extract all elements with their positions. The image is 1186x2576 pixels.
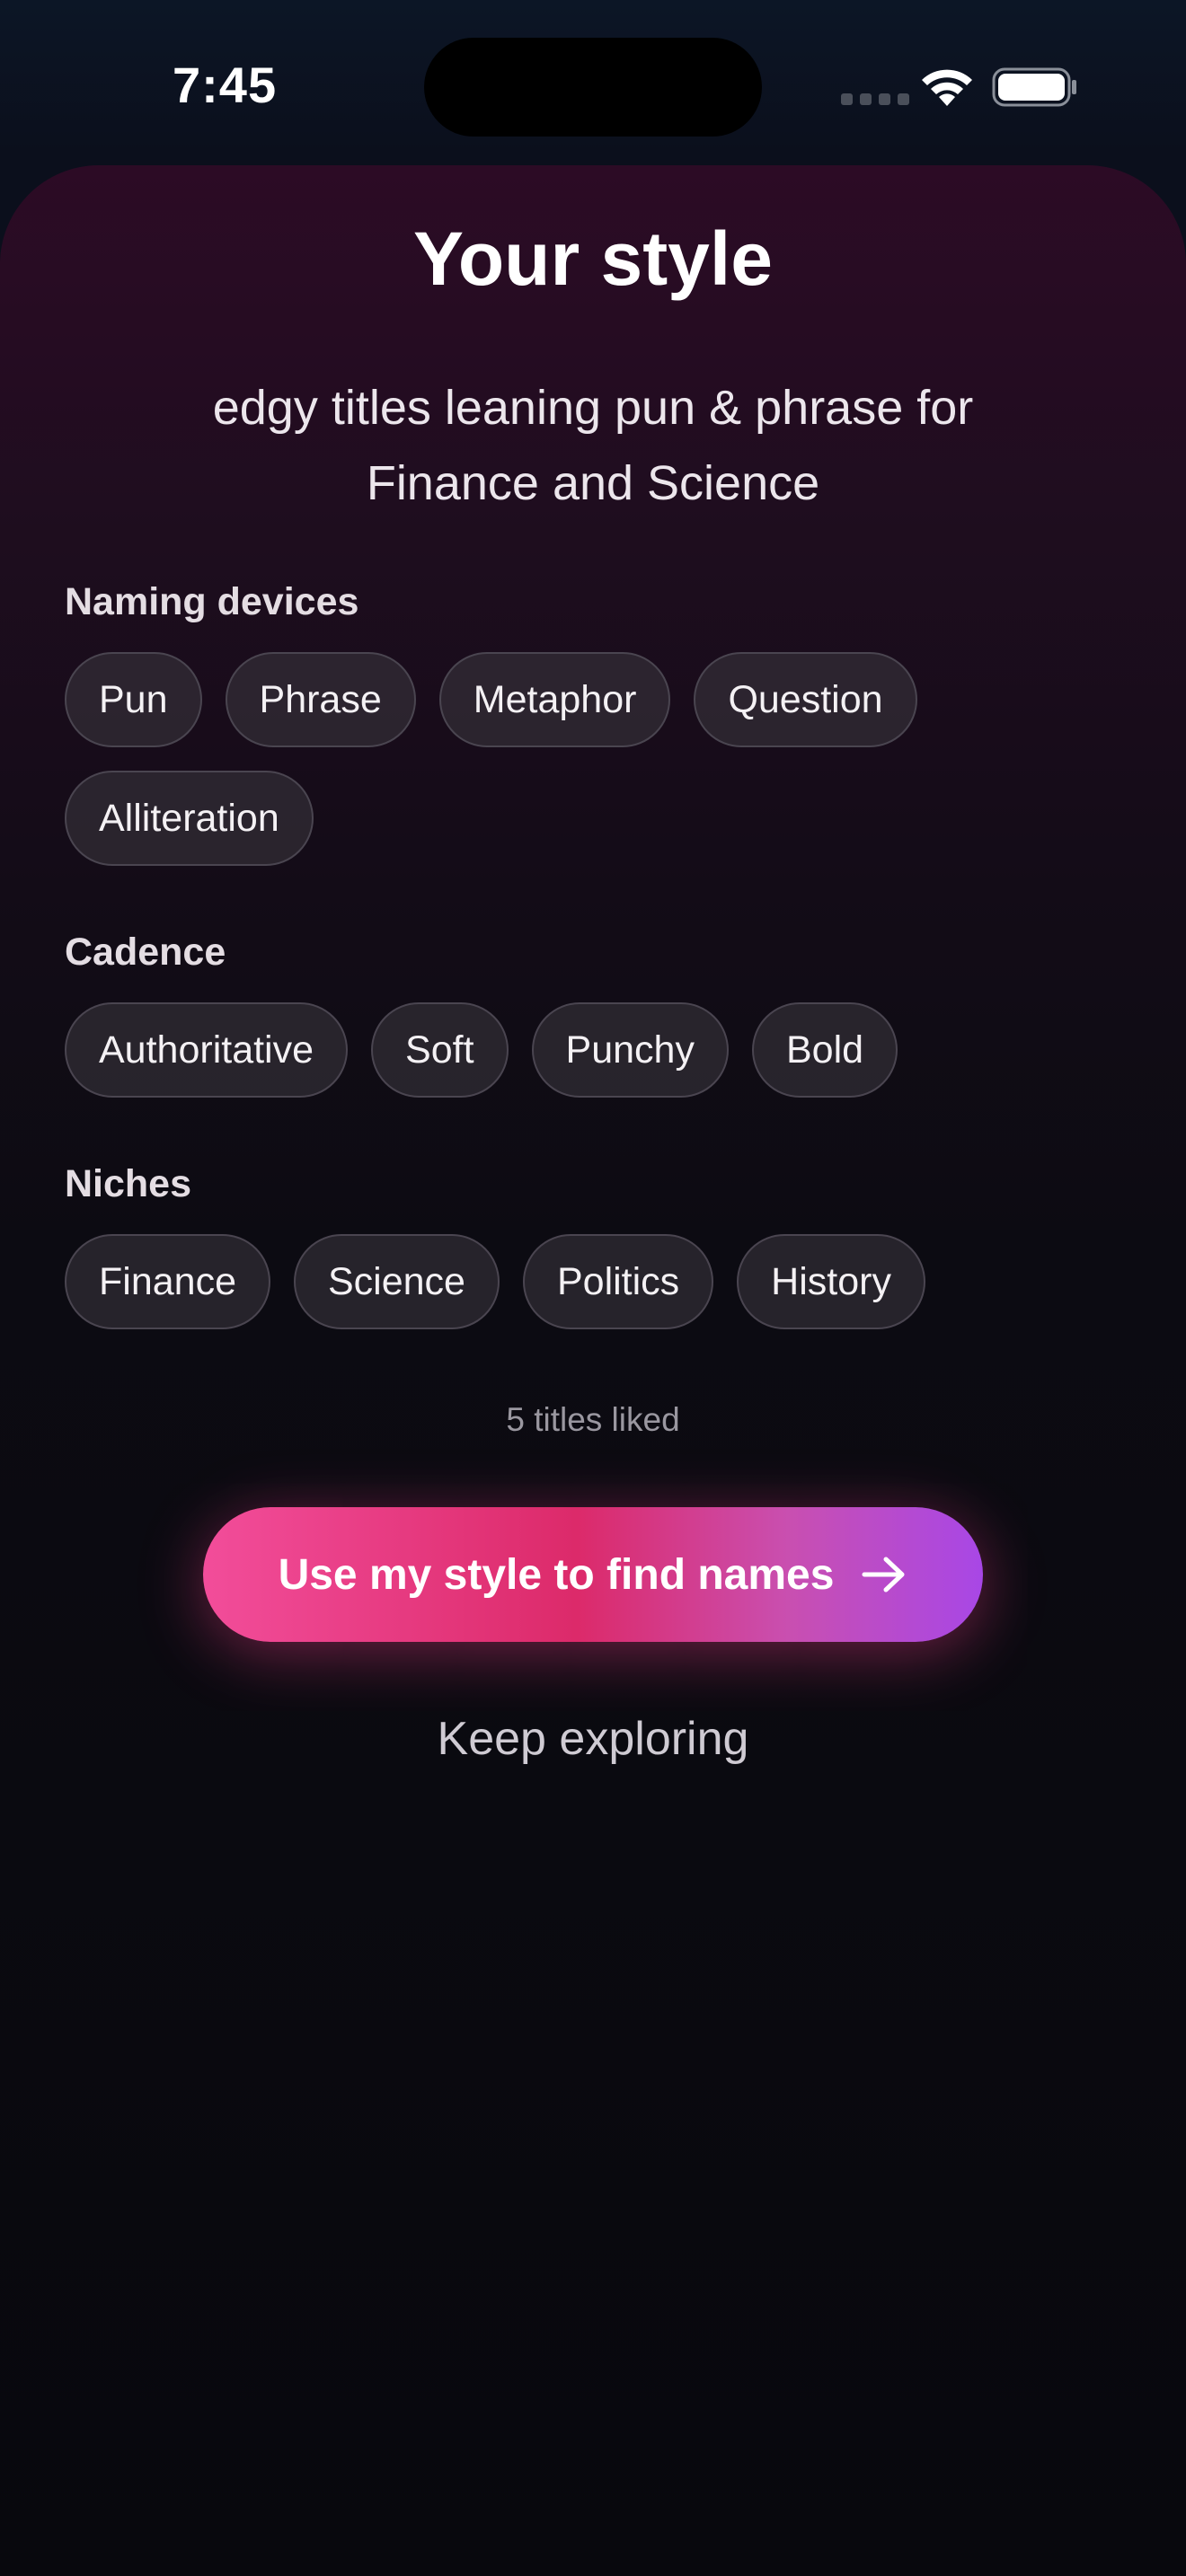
chip-group-niches: Finance Science Politics History [65, 1234, 1125, 1329]
page-title: Your style [413, 216, 773, 301]
chip-history[interactable]: History [737, 1234, 925, 1329]
chip-science[interactable]: Science [293, 1234, 500, 1329]
keep-exploring-link[interactable]: Keep exploring [0, 1712, 1186, 1766]
find-names-button[interactable]: Use my style to find names [203, 1507, 983, 1642]
status-time: 7:45 [173, 57, 278, 113]
find-names-button-label: Use my style to find names [278, 1550, 835, 1599]
section-label-cadence: Cadence [65, 931, 226, 974]
chip-phrase[interactable]: Phrase [225, 652, 416, 747]
chip-punchy[interactable]: Punchy [531, 1002, 729, 1098]
chip-group-cadence: Authoritative Soft Punchy Bold [65, 1002, 1125, 1098]
cellular-signal-icon [841, 93, 909, 105]
chip-group-naming-devices: Pun Phrase Metaphor Question Alliteratio… [65, 652, 1125, 866]
chip-alliteration[interactable]: Alliteration [65, 771, 314, 866]
liked-count: 5 titles liked [506, 1401, 680, 1438]
chip-finance[interactable]: Finance [65, 1234, 270, 1329]
chip-metaphor[interactable]: Metaphor [438, 652, 671, 747]
chip-bold[interactable]: Bold [751, 1002, 898, 1098]
dynamic-island [424, 38, 762, 137]
style-summary-sheet [0, 165, 1186, 2576]
chip-pun[interactable]: Pun [65, 652, 202, 747]
wifi-icon [922, 69, 972, 106]
chip-question[interactable]: Question [694, 652, 917, 747]
battery-icon [992, 67, 1076, 107]
screen: 7:45 Your style edgy titles leaning pun … [0, 0, 1186, 2576]
style-description: edgy titles leaning pun & phrase for Fin… [212, 381, 974, 510]
arrow-right-icon [862, 1557, 905, 1592]
chip-authoritative[interactable]: Authoritative [65, 1002, 349, 1098]
chip-politics[interactable]: Politics [522, 1234, 714, 1329]
section-label-niches: Niches [65, 1162, 192, 1205]
section-label-naming-devices: Naming devices [65, 580, 359, 623]
chip-soft[interactable]: Soft [371, 1002, 509, 1098]
